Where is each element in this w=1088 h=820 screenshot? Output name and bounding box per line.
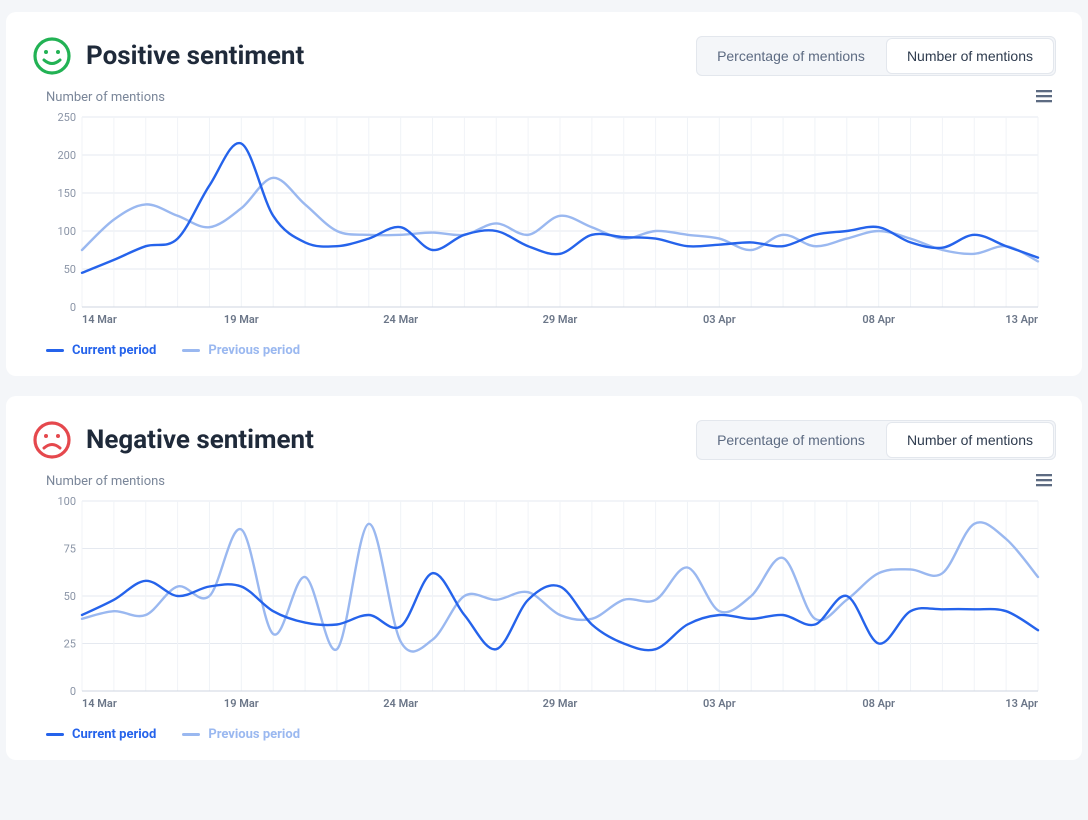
- negative-sentiment-card: Negative sentiment Percentage of mention…: [6, 396, 1082, 760]
- y-axis-label: Number of mentions: [46, 474, 165, 489]
- legend-current[interactable]: Current period: [46, 343, 156, 358]
- svg-text:03 Apr: 03 Apr: [703, 697, 736, 710]
- positive-chart: 0 50 100 150 200 250 14 Mar 19 Mar 24 Mar 29 Mar 0…: [32, 109, 1056, 333]
- card-header: Negative sentiment Percentage of mention…: [32, 420, 1056, 460]
- frown-icon: [32, 420, 72, 460]
- svg-text:29 Mar: 29 Mar: [543, 697, 578, 710]
- svg-text:13 Apr: 13 Apr: [1005, 313, 1038, 326]
- svg-text:14 Mar: 14 Mar: [82, 313, 117, 326]
- svg-text:25: 25: [64, 638, 76, 651]
- svg-text:19 Mar: 19 Mar: [224, 313, 259, 326]
- toggle-percentage[interactable]: Percentage of mentions: [697, 423, 885, 457]
- view-toggle: Percentage of mentions Number of mention…: [696, 36, 1056, 76]
- svg-text:13 Apr: 13 Apr: [1005, 697, 1038, 710]
- svg-text:100: 100: [57, 495, 76, 508]
- toggle-percentage[interactable]: Percentage of mentions: [697, 39, 885, 73]
- card-header: Positive sentiment Percentage of mention…: [32, 36, 1056, 76]
- smile-icon: [32, 36, 72, 76]
- svg-text:50: 50: [64, 263, 76, 276]
- svg-text:0: 0: [70, 685, 76, 698]
- legend: Current period Previous period: [46, 727, 1056, 742]
- svg-text:0: 0: [70, 301, 76, 314]
- svg-text:29 Mar: 29 Mar: [543, 313, 578, 326]
- svg-text:24 Mar: 24 Mar: [383, 697, 418, 710]
- legend: Current period Previous period: [46, 343, 1056, 358]
- legend-previous[interactable]: Previous period: [182, 343, 300, 358]
- chart-menu-icon[interactable]: [1036, 88, 1052, 107]
- chart-menu-icon[interactable]: [1036, 472, 1052, 491]
- view-toggle: Percentage of mentions Number of mention…: [696, 420, 1056, 460]
- negative-chart: 0 25 50 75 100 14 Mar 19 Mar 24 Mar 29 Mar 03 Apr…: [32, 493, 1056, 717]
- y-axis-label: Number of mentions: [46, 90, 165, 105]
- legend-previous[interactable]: Previous period: [182, 727, 300, 742]
- toggle-number[interactable]: Number of mentions: [887, 423, 1053, 457]
- svg-text:50: 50: [64, 590, 76, 603]
- page-title-negative: Negative sentiment: [86, 425, 314, 455]
- page-title-positive: Positive sentiment: [86, 41, 304, 71]
- toggle-number[interactable]: Number of mentions: [887, 39, 1053, 73]
- svg-text:08 Apr: 08 Apr: [862, 313, 895, 326]
- title-wrap: Negative sentiment: [32, 420, 314, 460]
- svg-text:14 Mar: 14 Mar: [82, 697, 117, 710]
- chart-subheader: Number of mentions: [32, 88, 1056, 107]
- svg-text:19 Mar: 19 Mar: [224, 697, 259, 710]
- title-wrap: Positive sentiment: [32, 36, 304, 76]
- svg-text:200: 200: [57, 149, 76, 162]
- svg-text:75: 75: [64, 543, 76, 556]
- svg-text:03 Apr: 03 Apr: [703, 313, 736, 326]
- svg-text:100: 100: [57, 225, 76, 238]
- chart-subheader: Number of mentions: [32, 472, 1056, 491]
- svg-text:150: 150: [57, 187, 76, 200]
- positive-sentiment-card: Positive sentiment Percentage of mention…: [6, 12, 1082, 376]
- svg-text:08 Apr: 08 Apr: [862, 697, 895, 710]
- svg-text:250: 250: [57, 111, 76, 124]
- svg-text:24 Mar: 24 Mar: [383, 313, 418, 326]
- legend-current[interactable]: Current period: [46, 727, 156, 742]
